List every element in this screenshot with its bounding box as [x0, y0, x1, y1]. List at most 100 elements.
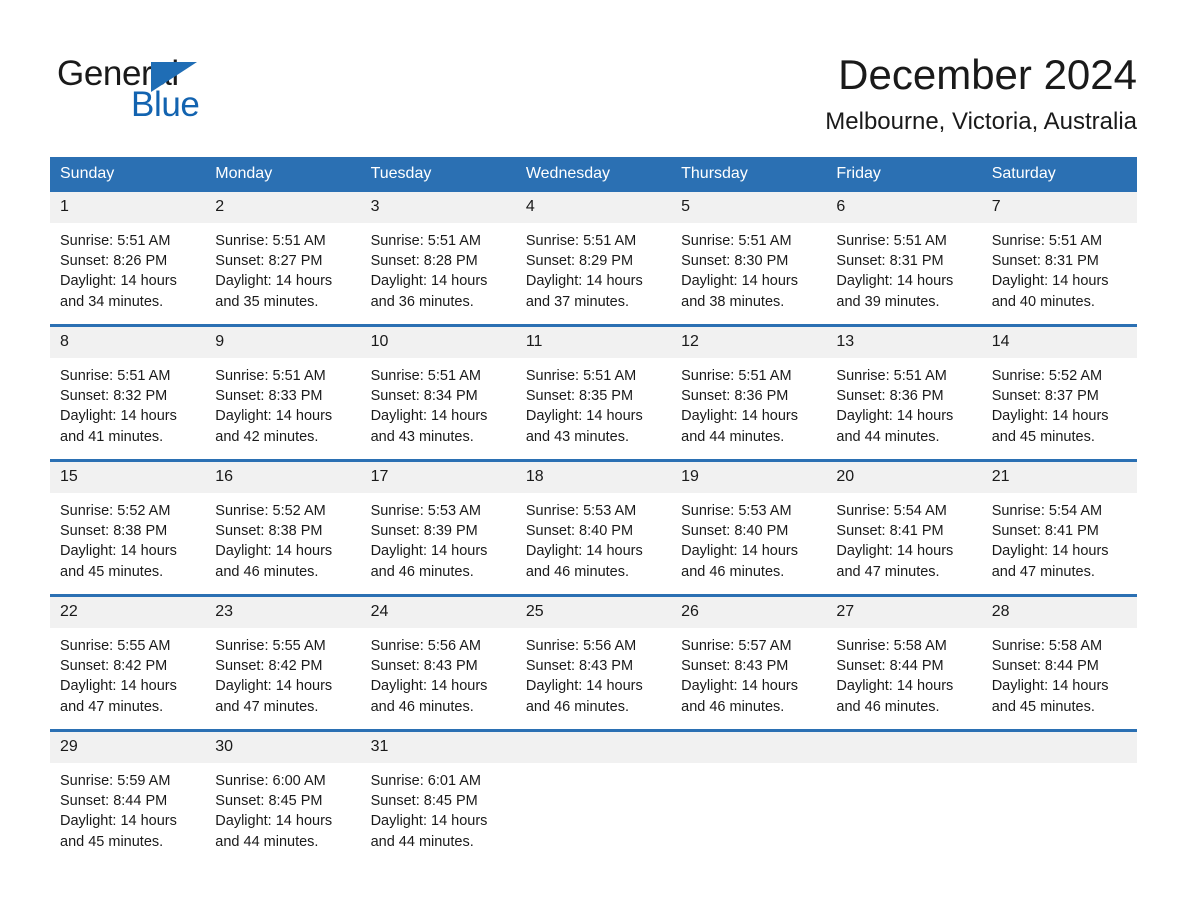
sunrise-text: Sunrise: 5:57 AM: [681, 638, 792, 654]
day-cell[interactable]: 11 Sunrise: 5:51 AM Sunset: 8:35 PM Dayl…: [515, 324, 672, 461]
daylight-text: Daylight: 14 hours and 47 minutes.: [60, 678, 177, 715]
day-cell[interactable]: 12 Sunrise: 5:51 AM Sunset: 8:36 PM Dayl…: [671, 324, 827, 461]
day-number: 8: [50, 327, 206, 358]
day-cell[interactable]: 29 Sunrise: 5:59 AM Sunset: 8:44 PM Dayl…: [50, 729, 206, 864]
sunset-text: Sunset: 8:44 PM: [836, 658, 944, 675]
daylight-text: Daylight: 14 hours and 44 minutes.: [370, 813, 488, 850]
sunrise-text: Sunrise: 5:51 AM: [215, 233, 326, 249]
day-cell-empty: [981, 729, 1137, 864]
day-number: 20: [826, 462, 982, 493]
day-cell[interactable]: 1 Sunrise: 5:51 AM Sunset: 8:26 PM Dayli…: [50, 192, 206, 326]
daylight-text: Daylight: 14 hours and 35 minutes.: [215, 273, 333, 310]
day-number: 14: [981, 327, 1137, 358]
sunrise-text: Sunrise: 5:55 AM: [215, 638, 326, 654]
general-blue-logo[interactable]: General Blue: [57, 54, 287, 124]
daylight-text: Daylight: 14 hours and 46 minutes.: [681, 543, 798, 580]
day-number: 24: [360, 597, 516, 628]
sunrise-text: Sunrise: 5:51 AM: [60, 233, 171, 249]
sunset-text: Sunset: 8:34 PM: [370, 388, 478, 405]
daylight-text: Daylight: 14 hours and 46 minutes.: [836, 678, 954, 715]
day-cell[interactable]: 19 Sunrise: 5:53 AM Sunset: 8:40 PM Dayl…: [671, 459, 827, 596]
day-details: Sunrise: 5:51 AM Sunset: 8:33 PM Dayligh…: [205, 358, 360, 447]
day-cell[interactable]: 21 Sunrise: 5:54 AM Sunset: 8:41 PM Dayl…: [981, 459, 1137, 596]
day-cell[interactable]: 25 Sunrise: 5:56 AM Sunset: 8:43 PM Dayl…: [515, 594, 672, 731]
day-cell[interactable]: 7 Sunrise: 5:51 AM Sunset: 8:31 PM Dayli…: [981, 192, 1137, 326]
calendar-page: General Blue December 2024 Melbourne, Vi…: [0, 0, 1188, 918]
day-details: [826, 763, 981, 771]
day-cell[interactable]: 27 Sunrise: 5:58 AM Sunset: 8:44 PM Dayl…: [826, 594, 982, 731]
day-details: Sunrise: 5:58 AM Sunset: 8:44 PM Dayligh…: [982, 628, 1137, 717]
day-number: 30: [205, 732, 361, 763]
day-number: 4: [515, 192, 672, 223]
sunrise-text: Sunrise: 5:52 AM: [60, 503, 171, 519]
day-cell[interactable]: 31 Sunrise: 6:01 AM Sunset: 8:45 PM Dayl…: [360, 729, 516, 864]
sunrise-text: Sunrise: 5:53 AM: [525, 503, 637, 519]
weekday-header-monday: Monday: [205, 157, 361, 192]
weekday-header-friday: Friday: [826, 157, 982, 192]
day-cell[interactable]: 23 Sunrise: 5:55 AM Sunset: 8:42 PM Dayl…: [205, 594, 361, 731]
day-cell[interactable]: 5 Sunrise: 5:51 AM Sunset: 8:30 PM Dayli…: [671, 192, 827, 326]
day-number: 1: [50, 192, 206, 223]
day-cell[interactable]: 22 Sunrise: 5:55 AM Sunset: 8:42 PM Dayl…: [50, 594, 206, 731]
sunrise-text: Sunrise: 5:51 AM: [60, 368, 171, 384]
sunset-text: Sunset: 8:41 PM: [836, 523, 944, 540]
day-number: 12: [671, 327, 827, 358]
daylight-text: Daylight: 14 hours and 43 minutes.: [525, 408, 643, 445]
daylight-text: Daylight: 14 hours and 46 minutes.: [525, 678, 643, 715]
sunrise-text: Sunrise: 5:56 AM: [525, 638, 637, 654]
sunset-text: Sunset: 8:31 PM: [836, 253, 944, 270]
calendar-week-row: 29 Sunrise: 5:59 AM Sunset: 8:44 PM Dayl…: [50, 729, 1137, 864]
day-cell[interactable]: 28 Sunrise: 5:58 AM Sunset: 8:44 PM Dayl…: [981, 594, 1137, 731]
sunrise-text: Sunrise: 5:51 AM: [215, 368, 326, 384]
day-number: 27: [826, 597, 982, 628]
day-details: Sunrise: 5:51 AM Sunset: 8:28 PM Dayligh…: [361, 223, 516, 312]
sunrise-text: Sunrise: 5:58 AM: [991, 638, 1103, 654]
day-cell[interactable]: 16 Sunrise: 5:52 AM Sunset: 8:38 PM Dayl…: [205, 459, 361, 596]
sunset-text: Sunset: 8:36 PM: [836, 388, 944, 405]
day-number: 9: [205, 327, 361, 358]
day-details: Sunrise: 5:51 AM Sunset: 8:31 PM Dayligh…: [826, 223, 981, 312]
day-details: Sunrise: 5:54 AM Sunset: 8:41 PM Dayligh…: [982, 493, 1137, 582]
day-number: 23: [205, 597, 361, 628]
day-details: Sunrise: 5:51 AM Sunset: 8:29 PM Dayligh…: [516, 223, 671, 312]
day-cell[interactable]: 26 Sunrise: 5:57 AM Sunset: 8:43 PM Dayl…: [671, 594, 827, 731]
day-cell[interactable]: 10 Sunrise: 5:51 AM Sunset: 8:34 PM Dayl…: [360, 324, 516, 461]
calendar-week-row: 22 Sunrise: 5:55 AM Sunset: 8:42 PM Dayl…: [50, 594, 1137, 731]
page-header: General Blue December 2024 Melbourne, Vi…: [0, 0, 1188, 150]
day-number: 21: [981, 462, 1137, 493]
day-cell[interactable]: 14 Sunrise: 5:52 AM Sunset: 8:37 PM Dayl…: [981, 324, 1137, 461]
day-number: 10: [360, 327, 516, 358]
sunset-text: Sunset: 8:31 PM: [991, 253, 1099, 270]
day-cell[interactable]: 15 Sunrise: 5:52 AM Sunset: 8:38 PM Dayl…: [50, 459, 206, 596]
day-cell[interactable]: 30 Sunrise: 6:00 AM Sunset: 8:45 PM Dayl…: [205, 729, 361, 864]
day-cell[interactable]: 18 Sunrise: 5:53 AM Sunset: 8:40 PM Dayl…: [515, 459, 672, 596]
day-details: Sunrise: 5:52 AM Sunset: 8:38 PM Dayligh…: [50, 493, 205, 582]
daylight-text: Daylight: 14 hours and 47 minutes.: [991, 543, 1109, 580]
sunset-text: Sunset: 8:45 PM: [215, 793, 323, 810]
day-details: Sunrise: 5:51 AM Sunset: 8:30 PM Dayligh…: [671, 223, 826, 312]
day-cell[interactable]: 4 Sunrise: 5:51 AM Sunset: 8:29 PM Dayli…: [515, 192, 672, 326]
daylight-text: Daylight: 14 hours and 45 minutes.: [991, 678, 1109, 715]
day-number: 11: [515, 327, 672, 358]
day-cell[interactable]: 13 Sunrise: 5:51 AM Sunset: 8:36 PM Dayl…: [826, 324, 982, 461]
day-cell[interactable]: 3 Sunrise: 5:51 AM Sunset: 8:28 PM Dayli…: [360, 192, 516, 326]
day-cell[interactable]: 6 Sunrise: 5:51 AM Sunset: 8:31 PM Dayli…: [826, 192, 982, 326]
day-cell[interactable]: 2 Sunrise: 5:51 AM Sunset: 8:27 PM Dayli…: [205, 192, 361, 326]
sunset-text: Sunset: 8:30 PM: [681, 253, 789, 270]
daylight-text: Daylight: 14 hours and 45 minutes.: [60, 543, 177, 580]
day-cell[interactable]: 20 Sunrise: 5:54 AM Sunset: 8:41 PM Dayl…: [826, 459, 982, 596]
daylight-text: Daylight: 14 hours and 39 minutes.: [836, 273, 954, 310]
sunset-text: Sunset: 8:33 PM: [215, 388, 323, 405]
daylight-text: Daylight: 14 hours and 46 minutes.: [215, 543, 333, 580]
sunrise-text: Sunrise: 5:52 AM: [215, 503, 326, 519]
sunset-text: Sunset: 8:39 PM: [370, 523, 478, 540]
day-cell[interactable]: 24 Sunrise: 5:56 AM Sunset: 8:43 PM Dayl…: [360, 594, 516, 731]
day-cell-empty: [515, 729, 672, 864]
day-number: 25: [515, 597, 672, 628]
day-cell[interactable]: 17 Sunrise: 5:53 AM Sunset: 8:39 PM Dayl…: [360, 459, 516, 596]
day-cell[interactable]: 8 Sunrise: 5:51 AM Sunset: 8:32 PM Dayli…: [50, 324, 206, 461]
day-cell[interactable]: 9 Sunrise: 5:51 AM Sunset: 8:33 PM Dayli…: [205, 324, 361, 461]
sunset-text: Sunset: 8:43 PM: [525, 658, 634, 675]
day-details: Sunrise: 5:51 AM Sunset: 8:36 PM Dayligh…: [826, 358, 981, 447]
day-number: [515, 732, 672, 763]
